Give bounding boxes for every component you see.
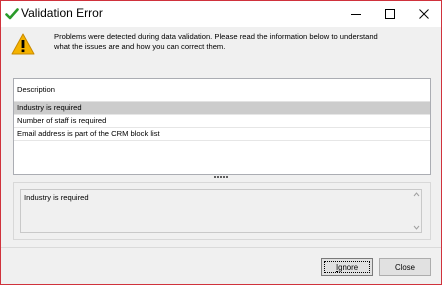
scroll-down-icon[interactable]: [413, 224, 420, 231]
close-button[interactable]: Close: [379, 258, 431, 276]
minimize-icon: [351, 14, 361, 15]
divider: [1, 247, 441, 248]
scroll-up-icon[interactable]: [413, 191, 420, 198]
maximize-button[interactable]: [373, 1, 407, 27]
error-message: Problems were detected during data valid…: [54, 32, 434, 52]
message-line-1: Problems were detected during data valid…: [54, 32, 378, 41]
title-bar[interactable]: Validation Error: [1, 1, 441, 27]
validation-error-dialog: Validation Error Problems were detected …: [0, 0, 442, 285]
warning-icon: [11, 33, 35, 55]
detail-textbox[interactable]: Industry is required: [20, 189, 422, 233]
checkmark-icon: [5, 8, 19, 20]
list-item-label: Email address is part of the CRM block l…: [17, 129, 160, 138]
grip-dot: [214, 176, 216, 178]
list-item-label: Number of staff is required: [17, 116, 107, 125]
grip-dot: [223, 176, 225, 178]
grip-dot: [217, 176, 219, 178]
close-icon: [419, 9, 429, 19]
ignore-label-rest: gnore: [338, 262, 359, 272]
close-window-button[interactable]: [407, 1, 441, 27]
maximize-icon: [385, 9, 395, 19]
list-item[interactable]: Number of staff is required: [14, 115, 430, 128]
list-item[interactable]: Industry is required: [14, 102, 430, 115]
list-item[interactable]: Email address is part of the CRM block l…: [14, 128, 430, 141]
list-item-label: Industry is required: [17, 103, 82, 112]
grip-dot: [226, 176, 228, 178]
ignore-button[interactable]: Ignore: [321, 258, 373, 276]
window-title: Validation Error: [21, 6, 103, 20]
detail-scrollbar[interactable]: [412, 190, 421, 232]
detail-text: Industry is required: [24, 193, 89, 202]
grip-dot: [220, 176, 222, 178]
issues-list[interactable]: Description Industry is required Number …: [13, 78, 431, 175]
close-button-label: Close: [395, 262, 415, 272]
splitter-handle[interactable]: [214, 176, 228, 180]
minimize-button[interactable]: [339, 1, 373, 27]
message-line-2: what the issues are and how you can corr…: [54, 42, 226, 51]
column-header-description[interactable]: Description: [14, 79, 430, 102]
column-header-label: Description: [17, 85, 55, 94]
